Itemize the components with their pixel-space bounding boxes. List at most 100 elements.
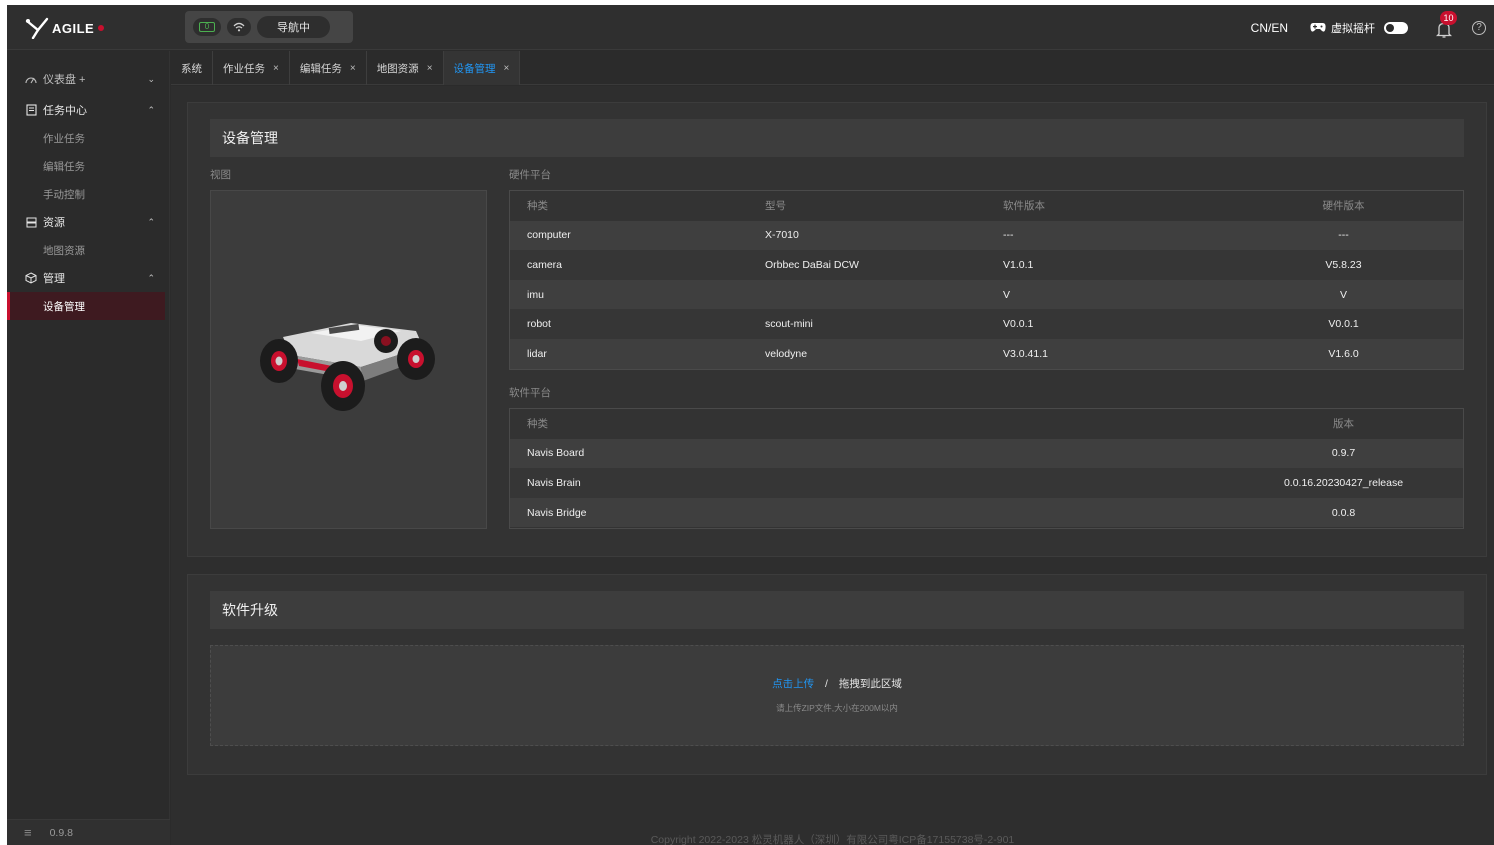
table-cell: V0.0.1 <box>986 309 1224 339</box>
tab-job-task[interactable]: 作业任务 × <box>213 51 290 85</box>
logo-icon <box>25 17 51 40</box>
language-switch[interactable]: CN/EN <box>1251 21 1288 35</box>
table-cell: V5.8.23 <box>1224 250 1463 280</box>
software-table-grid: 种类 版本 Navis Board 0.9.7 Navis Brain 0.0.… <box>510 409 1463 528</box>
table-row: camera Orbbec DaBai DCW V1.0.1 V5.8.23 <box>510 250 1463 280</box>
wifi-icon <box>233 22 245 32</box>
table-cell: V3.0.41.1 <box>986 338 1224 369</box>
task-icon <box>25 104 37 116</box>
wheel <box>374 329 398 353</box>
table-row: Navis Bridge 0.0.8 <box>510 497 1463 528</box>
copyright-footer: Copyright 2022-2023 松灵机器人（深圳）有限公司粤ICP备17… <box>650 834 1015 845</box>
tab-system[interactable]: 系统 <box>171 51 213 85</box>
close-icon[interactable]: × <box>427 63 433 74</box>
click-upload-link[interactable]: 点击上传 <box>772 678 814 690</box>
sidebar-item-task-center[interactable]: 任务中心 ⌃ <box>7 96 165 124</box>
table-cell: --- <box>1224 220 1463 251</box>
sidebar-item-edit-task[interactable]: 编辑任务 <box>7 152 165 180</box>
joystick-switch[interactable] <box>1384 21 1408 34</box>
table-cell: Navis Bridge <box>510 497 1224 528</box>
hardware-platform-label: 硬件平台 <box>509 169 551 181</box>
sidebar-item-label: 管理 <box>43 273 65 285</box>
tab-label: 作业任务 <box>223 62 265 75</box>
software-table: 种类 版本 Navis Board 0.9.7 Navis Brain 0.0.… <box>509 408 1464 529</box>
wheel <box>321 361 365 411</box>
table-cell: V1.6.0 <box>1224 338 1463 369</box>
sidebar-item-resources[interactable]: 资源 ⌃ <box>7 208 165 236</box>
table-cell: V0.0.1 <box>1224 309 1463 339</box>
separator: / <box>825 678 828 690</box>
menu-icon[interactable]: ≡ <box>24 825 32 840</box>
chevron-up-icon: ⌃ <box>147 104 155 115</box>
device-management-card: 设备管理 视图 硬件平台 种类 型号 软件版本 硬件版本 computer X-… <box>187 102 1487 557</box>
upload-dropzone[interactable]: 点击上传 / 拖拽到此区域 请上传ZIP文件,大小在200M以内 <box>210 645 1464 746</box>
gamepad-icon <box>1310 23 1326 32</box>
chevron-down-icon: ⌄ <box>147 73 155 84</box>
tab-label: 系统 <box>181 62 202 75</box>
robot-view <box>210 190 487 529</box>
tab-map-resources[interactable]: 地图资源 × <box>367 51 444 85</box>
logo[interactable]: AGILE <box>25 17 105 40</box>
close-icon[interactable]: × <box>350 63 356 74</box>
tab-device-management[interactable]: 设备管理 × <box>443 51 521 85</box>
tab-label: 编辑任务 <box>299 62 342 75</box>
sidebar-item-job-task[interactable]: 作业任务 <box>7 124 165 152</box>
chevron-up-icon: ⌃ <box>147 272 155 283</box>
robot-image <box>260 323 435 411</box>
sidebar-item-label: 仪表盘 + <box>43 74 86 86</box>
management-icon <box>25 272 37 284</box>
table-cell: V <box>986 279 1224 310</box>
table-cell: X-7010 <box>748 220 986 251</box>
software-upgrade-card: 软件升级 点击上传 / 拖拽到此区域 请上传ZIP文件,大小在200M以内 <box>187 574 1487 775</box>
table-cell: 0.0.16.20230427_release <box>1224 468 1463 498</box>
sidebar-item-management[interactable]: 管理 ⌃ <box>7 264 165 292</box>
sidebar-item-map-resources[interactable]: 地图资源 <box>7 236 165 264</box>
notification-button[interactable]: 10 <box>1434 10 1457 38</box>
table-row: lidar velodyne V3.0.41.1 V1.6.0 <box>510 338 1463 369</box>
table-row: Navis Brain 0.0.16.20230427_release <box>510 468 1463 498</box>
close-icon[interactable]: × <box>273 63 279 74</box>
sidebar-item-device-management[interactable]: 设备管理 <box>7 292 165 320</box>
table-cell: lidar <box>510 338 748 369</box>
chevron-up-icon: ⌃ <box>147 216 155 227</box>
battery-icon: 0 <box>199 22 215 32</box>
table-header-row: 种类 版本 <box>510 409 1463 439</box>
table-cell: 0.0.8 <box>1224 497 1463 528</box>
table-cell: Orbbec DaBai DCW <box>748 250 986 280</box>
notification-badge: 10 <box>1440 10 1457 25</box>
top-header: AGILE 0 导航中 CN/EN 虚拟摇杆 10 ? <box>7 5 1494 50</box>
switch-knob <box>1386 23 1394 32</box>
help-icon[interactable]: ? <box>1472 20 1486 35</box>
column-header: 种类 <box>510 191 748 221</box>
sidebar-item-manual-control[interactable]: 手动控制 <box>7 180 165 208</box>
header-actions: CN/EN 虚拟摇杆 10 ? <box>1251 5 1494 50</box>
app-window: AGILE 0 导航中 CN/EN 虚拟摇杆 10 ? 仪表盘 + ⌄ 任务中心… <box>7 5 1494 845</box>
table-cell: Navis Brain <box>510 468 1224 498</box>
table-cell: imu <box>510 279 748 310</box>
navigation-status[interactable]: 导航中 <box>257 16 330 38</box>
virtual-joystick-toggle[interactable]: 虚拟摇杆 <box>1310 20 1408 36</box>
sidebar-item-dashboard[interactable]: 仪表盘 + ⌄ <box>7 65 165 93</box>
tab-edit-task[interactable]: 编辑任务 × <box>290 51 367 85</box>
table-cell: computer <box>510 220 748 251</box>
table-header-row: 种类 型号 软件版本 硬件版本 <box>510 191 1463 221</box>
table-row: robot scout-mini V0.0.1 V0.0.1 <box>510 309 1463 339</box>
sidebar-footer: ≡ 0.9.8 <box>7 819 170 845</box>
sidebar-item-label: 资源 <box>43 217 65 229</box>
battery-indicator: 0 <box>193 18 221 36</box>
tab-label: 设备管理 <box>453 62 496 75</box>
table-cell: --- <box>986 220 1224 251</box>
hardware-table-grid: 种类 型号 软件版本 硬件版本 computer X-7010 --- --- … <box>510 191 1463 369</box>
logo-dot <box>98 25 105 31</box>
app-version: 0.9.8 <box>49 826 73 839</box>
table-cell: camera <box>510 250 748 280</box>
table-row: Navis Board 0.9.7 <box>510 438 1463 469</box>
table-cell: scout-mini <box>748 309 986 339</box>
close-icon[interactable]: × <box>504 63 510 74</box>
table-cell: velodyne <box>748 338 986 369</box>
drag-here-text: 拖拽到此区域 <box>838 678 902 690</box>
software-platform-label: 软件平台 <box>509 387 551 399</box>
column-header: 硬件版本 <box>1224 191 1463 221</box>
column-header: 版本 <box>1224 409 1463 439</box>
virtual-joystick-label: 虚拟摇杆 <box>1331 22 1375 35</box>
